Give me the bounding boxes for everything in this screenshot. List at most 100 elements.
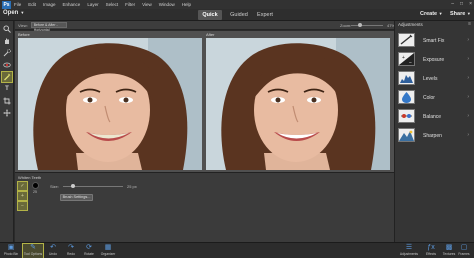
svg-text:+: +	[402, 55, 405, 61]
photo-bin-button[interactable]: ▣ Photo Bin	[1, 244, 21, 258]
mode-bar: Open ▼ Quick Guided Expert Create ▼ Share…	[0, 9, 474, 21]
redo-button[interactable]: ↷ Redo	[61, 244, 81, 258]
menu-window[interactable]: Window	[159, 2, 175, 7]
toolbox: T	[0, 21, 14, 242]
hand-tool-icon[interactable]	[2, 36, 12, 46]
size-slider-thumb[interactable]	[71, 184, 76, 188]
color-icon	[398, 90, 415, 104]
close-button[interactable]: ×	[469, 1, 472, 7]
organizer-button[interactable]: ▦ Organizer	[98, 244, 118, 258]
smart-fix-icon	[398, 33, 415, 47]
menu-select[interactable]: Select	[106, 2, 119, 7]
adjustment-color[interactable]: Color ›	[398, 90, 474, 105]
undo-button[interactable]: ↶ Undo	[43, 244, 63, 258]
brush-settings-button[interactable]: Brush Settings...	[60, 194, 93, 201]
brush-size-number: 25	[33, 190, 37, 194]
zoom-slider[interactable]	[351, 23, 383, 27]
redo-icon: ↷	[68, 244, 74, 251]
move-tool-icon[interactable]	[2, 108, 12, 118]
app-logo: Ps	[2, 0, 11, 9]
adjustment-exposure[interactable]: + − Exposure ›	[398, 52, 474, 67]
canvas-area: Before After	[15, 31, 394, 172]
after-photo[interactable]	[206, 38, 390, 170]
adjustments-icon: ☰	[405, 244, 413, 251]
view-select[interactable]: Before & After - Horizontal	[30, 22, 67, 32]
menu-file[interactable]: File	[14, 2, 21, 7]
crop-tool-icon[interactable]	[2, 96, 12, 106]
adjustment-smart-fix[interactable]: Smart Fix ›	[398, 33, 474, 48]
effects-button[interactable]: ƒx Effects	[421, 244, 441, 258]
open-button[interactable]: Open ▼	[3, 10, 24, 16]
adjustment-label: Exposure	[423, 57, 445, 63]
svg-text:−: −	[409, 60, 412, 65]
panel-menu-icon[interactable]: ≡	[468, 21, 471, 27]
adjustment-balance[interactable]: Balance ›	[398, 109, 474, 124]
organizer-icon: ▦	[104, 244, 112, 251]
tool-options-label: Tool Options	[23, 252, 43, 256]
undo-icon: ↶	[50, 244, 56, 251]
whiten-teeth-tool-icon[interactable]	[1, 71, 13, 83]
minimize-button[interactable]: –	[451, 1, 454, 7]
photo-bin-icon: ▣	[7, 244, 15, 251]
redo-label: Redo	[67, 252, 75, 256]
menu-help[interactable]: Help	[182, 2, 191, 7]
menu-layer[interactable]: Layer	[87, 2, 98, 7]
menu-view[interactable]: View	[142, 2, 152, 7]
view-label: View:	[18, 22, 28, 28]
adjustment-levels[interactable]: Levels ›	[398, 71, 474, 86]
adjustment-label: Sharpen	[423, 133, 442, 139]
tab-quick[interactable]: Quick	[198, 10, 222, 20]
photo-bin-label: Photo Bin	[3, 252, 19, 256]
brush-preview[interactable]	[32, 182, 39, 189]
size-slider[interactable]	[63, 184, 123, 188]
rotate-button[interactable]: ⟳ Rotate	[79, 244, 99, 258]
chevron-right-icon: ›	[467, 75, 469, 81]
after-label: After	[206, 32, 215, 37]
effects-label: Effects	[425, 252, 437, 256]
undo-label: Undo	[49, 252, 57, 256]
open-label: Open	[3, 10, 19, 16]
adjustment-label: Smart Fix	[423, 38, 445, 44]
create-label: Create	[420, 11, 438, 17]
menu-filter[interactable]: Filter	[125, 2, 135, 7]
chevron-right-icon: ›	[467, 113, 469, 119]
chevron-right-icon: ›	[467, 132, 469, 138]
maximize-button[interactable]: □	[460, 1, 463, 7]
tool-options-button[interactable]: ✎ Tool Options	[22, 243, 44, 258]
chevron-right-icon: ›	[467, 94, 469, 100]
adjustments-label: Adjustments	[399, 252, 419, 256]
adjustments-button[interactable]: ☰ Adjustments	[398, 244, 420, 258]
new-selection-icon[interactable]: ✓	[17, 181, 28, 191]
menu-edit[interactable]: Edit	[28, 2, 36, 7]
adjustment-label: Levels	[423, 76, 438, 82]
quick-selection-tool-icon[interactable]	[2, 48, 12, 58]
tab-expert[interactable]: Expert	[254, 10, 276, 20]
share-button[interactable]: Share ▼	[450, 11, 471, 17]
before-photo[interactable]	[18, 38, 202, 170]
exposure-icon: + −	[398, 52, 415, 66]
rotate-icon: ⟳	[86, 244, 92, 251]
size-label: Size:	[50, 184, 59, 189]
zoom-tool-icon[interactable]	[2, 24, 12, 34]
create-button[interactable]: Create ▼	[420, 11, 443, 17]
tool-options-icon: ✎	[30, 244, 36, 251]
adjustment-label: Color	[423, 95, 435, 101]
frames-label: Frames	[458, 252, 470, 256]
red-eye-tool-icon[interactable]	[2, 60, 12, 70]
frames-button[interactable]: ▢ Frames	[455, 244, 473, 258]
tool-options-panel: Whiten Teeth ✓ + − 25 Size: 25 px Brush …	[15, 172, 394, 242]
share-label: Share	[450, 11, 466, 17]
frames-icon: ▢	[460, 244, 468, 251]
adjustment-sharpen[interactable]: Sharpen ›	[398, 128, 474, 143]
type-tool-icon[interactable]: T	[2, 84, 12, 94]
add-to-selection-icon[interactable]: +	[17, 191, 28, 201]
organizer-label: Organizer	[100, 252, 116, 256]
zoom-slider-thumb[interactable]	[358, 23, 362, 27]
chevron-right-icon: ›	[467, 56, 469, 62]
tab-guided[interactable]: Guided	[226, 10, 252, 20]
menu-enhance[interactable]: Enhance	[63, 2, 81, 7]
adjustments-title: Adjustments	[398, 22, 423, 27]
size-value: 25 px	[127, 184, 137, 189]
menu-image[interactable]: Image	[43, 2, 56, 7]
subtract-from-selection-icon[interactable]: −	[17, 201, 28, 211]
